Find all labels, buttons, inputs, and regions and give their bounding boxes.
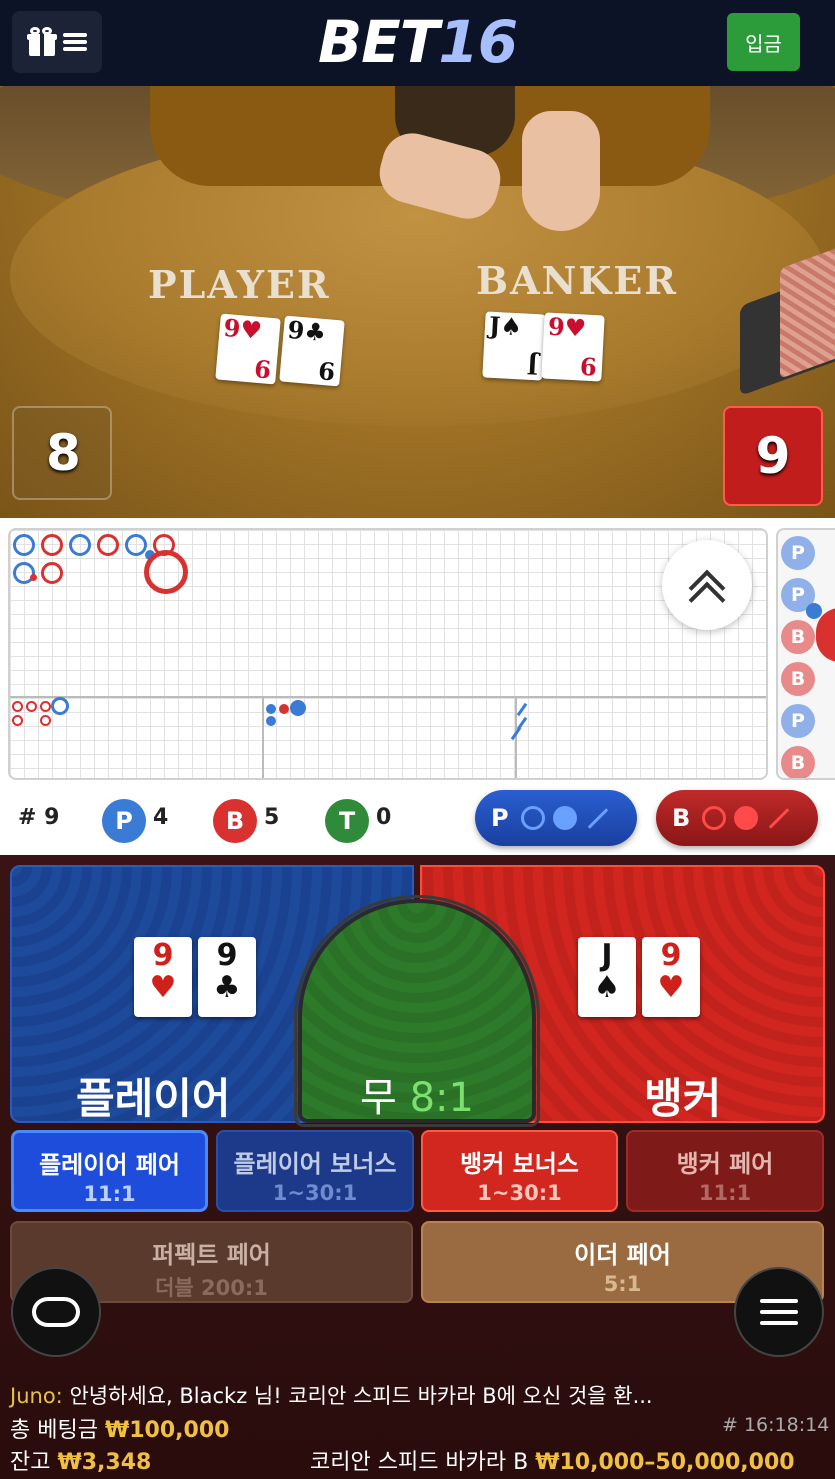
total-bet: 총 베팅금 ₩100,000: [10, 1418, 230, 1443]
table-player-label: PLAYER: [148, 262, 331, 307]
player-count-chip: P: [102, 799, 146, 843]
side-bet-banker-pair[interactable]: 뱅커 페어 11:1: [626, 1130, 824, 1212]
banker-count-chip: B: [213, 799, 257, 843]
round-count: # 9: [18, 805, 60, 830]
side-bet-player-pair[interactable]: 플레이어 페어 11:1: [11, 1130, 208, 1212]
road-mark-banker: [97, 534, 119, 556]
ring-icon: [520, 806, 545, 830]
video-banker-card-1: J♠ J: [482, 311, 546, 381]
video-banker-card-2: 9♥ 9: [541, 312, 605, 382]
round-time: # 16:18:14: [722, 1414, 830, 1436]
live-video-stream: PLAYER BANKER 9♥ 9 9♣ 9 J♠ J 9♥ 9 8 9: [0, 86, 835, 518]
dealer-right-hand: [522, 111, 600, 231]
player-score: 8: [12, 406, 112, 500]
road-mark-player: [13, 534, 35, 556]
ring-icon: [702, 806, 727, 830]
bead-player: P: [781, 704, 815, 738]
balance: 잔고 ₩3,348: [10, 1450, 152, 1475]
bead-banker: B: [781, 746, 815, 778]
banker-score: 9: [723, 406, 823, 506]
table-banker-label: BANKER: [476, 258, 678, 303]
bet-spot-player-label: 플레이어: [76, 1074, 231, 1123]
bead-road[interactable]: P P B B P B: [776, 528, 835, 780]
chat-message: Juno: 안녕하세요, Blackz 님! 코리안 스피드 바카라 B에 오신…: [10, 1384, 653, 1408]
bet-spot-banker-label: 뱅커: [644, 1074, 722, 1123]
road-mark-player: [69, 534, 91, 556]
tie-count: 0: [376, 805, 392, 830]
slash-icon: [769, 807, 790, 829]
dot-icon: [552, 806, 577, 830]
bet-player-card-2: 9 ♣: [198, 937, 256, 1017]
table-info: 코리안 스피드 바카라 B ₩10,000–50,000,000: [310, 1450, 795, 1475]
bet-spot-tie-label: 무 8:1: [360, 1075, 474, 1121]
bead-player: P: [781, 536, 815, 570]
double-chevron-up-icon: [687, 565, 727, 619]
top-header: BET16 입금: [0, 0, 835, 86]
chat-icon: [32, 1297, 80, 1327]
bead-banker: B: [781, 662, 815, 696]
road-mark-banker-latest: [144, 550, 188, 594]
video-player-card-1: 9♥ 9: [215, 313, 281, 385]
road-mark-banker: [41, 534, 63, 556]
bet-player-card-1: 9 ♥: [134, 937, 192, 1017]
game-menu-button[interactable]: [734, 1267, 824, 1357]
predict-player-button[interactable]: P: [475, 790, 637, 846]
video-player-card-2: 9♣ 9: [279, 315, 345, 387]
side-bet-player-bonus[interactable]: 플레이어 보너스 1~30:1: [216, 1130, 414, 1212]
deposit-button[interactable]: 입금: [727, 13, 800, 71]
predict-banker-button[interactable]: B: [656, 790, 818, 846]
bet-banker-card-2: 9 ♥: [642, 937, 700, 1017]
chat-button[interactable]: [11, 1267, 101, 1357]
slash-icon: [587, 807, 608, 829]
banker-count: 5: [264, 805, 280, 830]
roadmap-panel: P P B B P B # 9 P 4 B 5 T 0 P B: [0, 518, 835, 855]
bet-banker-card-1: J ♠: [578, 937, 636, 1017]
dot-icon: [734, 806, 759, 830]
road-mark-player: [125, 534, 147, 556]
app-root: BET16 입금 PLAYER BANKER 9♥ 9 9♣ 9 J♠ J 9♥…: [0, 0, 835, 1479]
site-logo: BET16: [317, 8, 518, 76]
bead-banker: B: [781, 620, 815, 654]
tie-count-chip: T: [325, 799, 369, 843]
player-count: 4: [153, 805, 169, 830]
side-bet-banker-bonus[interactable]: 뱅커 보너스 1~30:1: [421, 1130, 618, 1212]
expand-roadmap-button[interactable]: [662, 540, 752, 630]
road-mark-banker: [41, 562, 63, 584]
big-road[interactable]: [8, 528, 768, 780]
hamburger-icon: [760, 1299, 798, 1325]
